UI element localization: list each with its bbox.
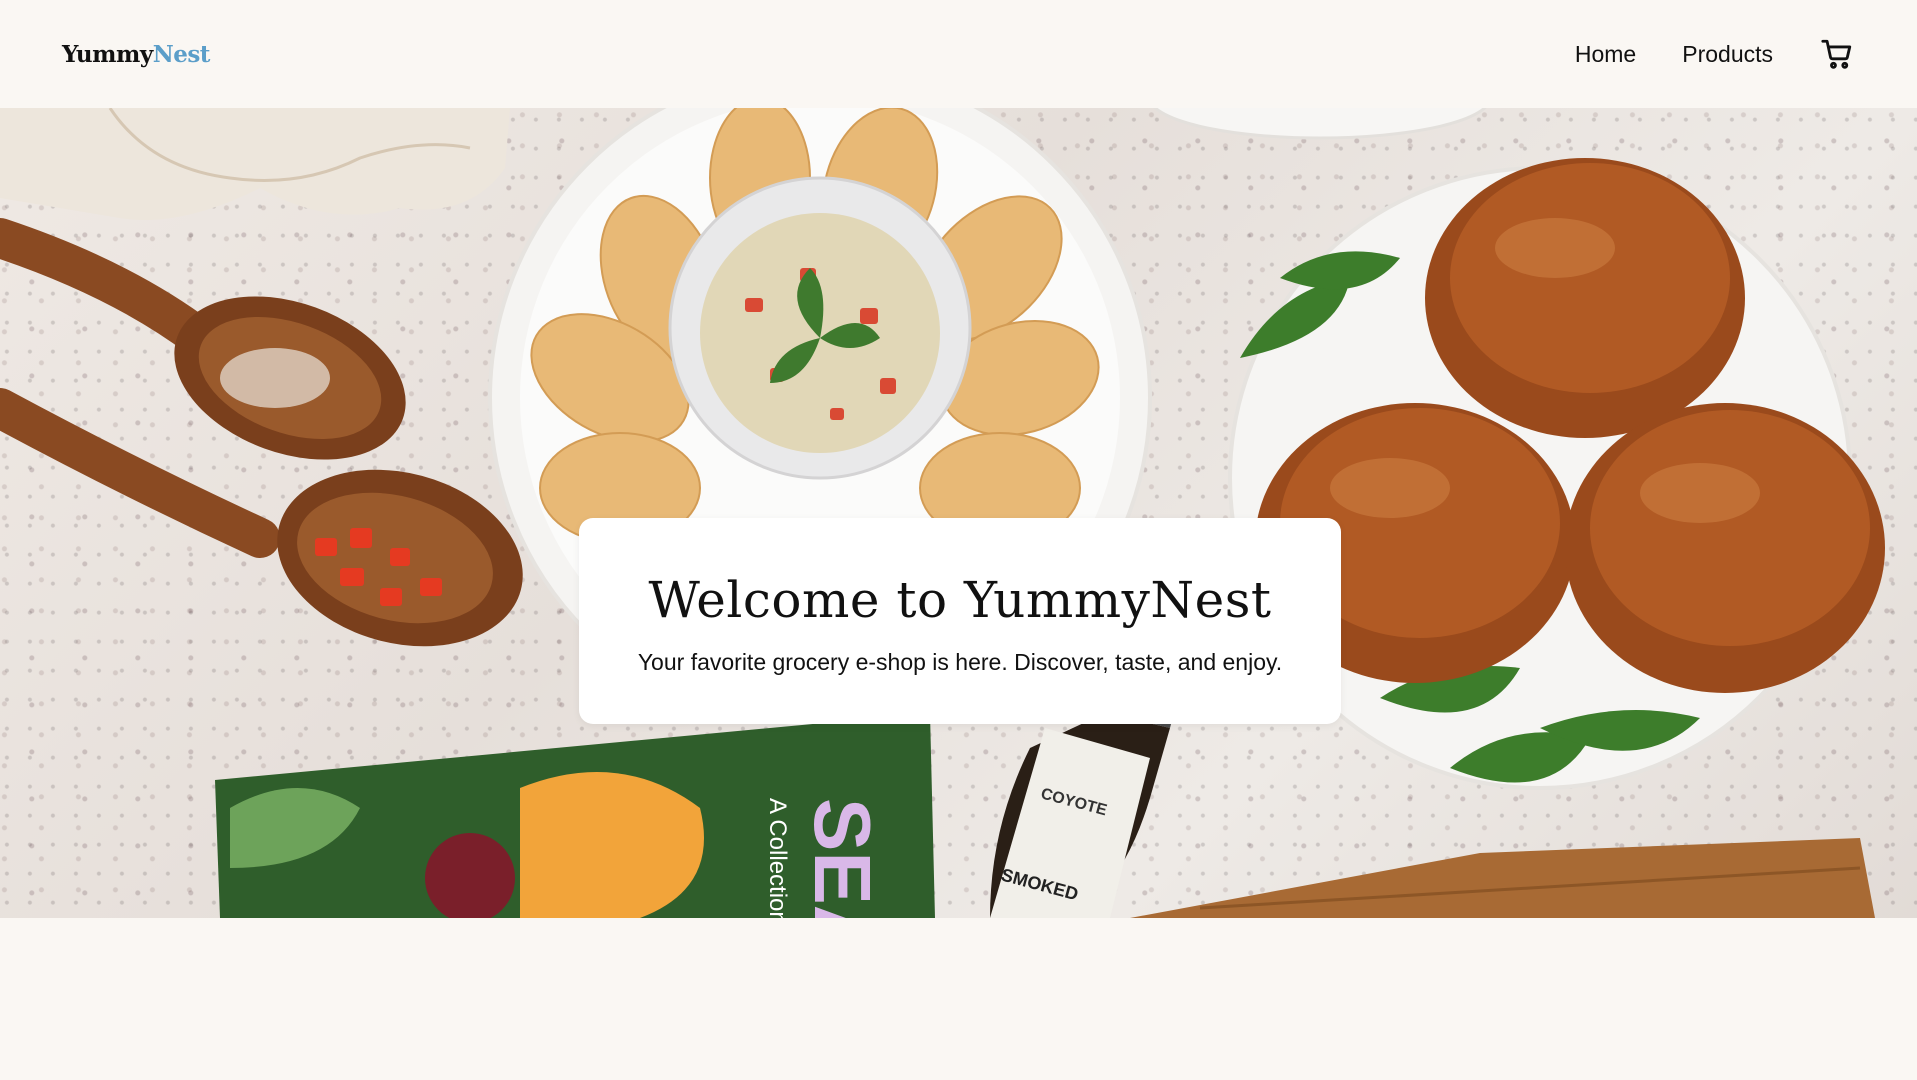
logo-text-nest: Nest bbox=[152, 40, 211, 68]
svg-text:A Collection o: A Collection o bbox=[764, 798, 791, 918]
site-logo[interactable]: YummyNest bbox=[62, 41, 210, 68]
main-nav: Home Products bbox=[1529, 36, 1855, 72]
food-table-photo: SEAS A Collection o COYOTE SMOKED bbox=[0, 108, 1885, 918]
nav-products-link[interactable]: Products bbox=[1682, 41, 1773, 68]
logo-text-yummy: Yummy bbox=[62, 40, 153, 68]
hero-title: Welcome to YummyNest bbox=[648, 570, 1272, 629]
nav-home-link[interactable]: Home bbox=[1575, 41, 1636, 68]
hero-banner: SEAS A Collection o COYOTE SMOKED Welcom… bbox=[0, 108, 1917, 918]
welcome-card: Welcome to YummyNest Your favorite groce… bbox=[579, 518, 1341, 724]
hero-subtitle: Your favorite grocery e-shop is here. Di… bbox=[637, 648, 1283, 675]
shopping-cart-icon[interactable] bbox=[1819, 36, 1855, 72]
site-header: YummyNest Home Products bbox=[0, 0, 1917, 108]
svg-text:SEAS: SEAS bbox=[798, 798, 887, 918]
